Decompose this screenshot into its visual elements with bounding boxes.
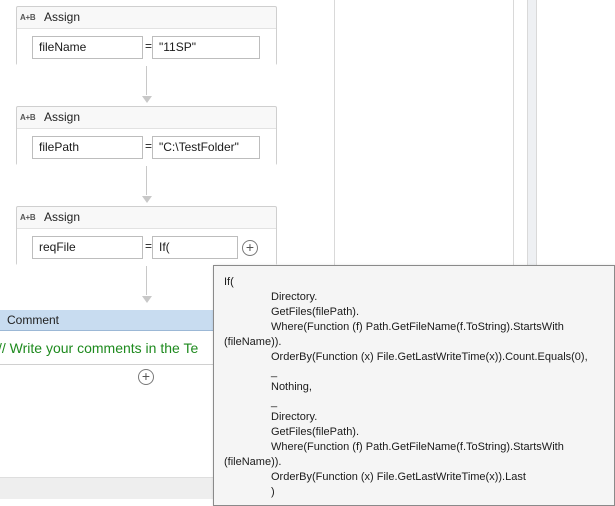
assign-to-field[interactable]: filePath	[32, 136, 143, 159]
assign-icon: A+B	[20, 112, 36, 122]
connector-line	[146, 266, 147, 295]
tooltip-line: Nothing,	[271, 381, 312, 393]
assign-header: A+B Assign	[17, 107, 276, 127]
connector-arrow	[142, 196, 152, 203]
assign-value-field[interactable]: "C:\TestFolder"	[152, 136, 260, 159]
assign-to-field[interactable]: reqFile	[32, 236, 143, 259]
connector-line	[146, 166, 147, 195]
bottom-bar	[0, 477, 215, 499]
connector-line	[146, 66, 147, 95]
tooltip-line: (fileName)).	[224, 456, 282, 468]
tooltip-line: OrderBy(Function (x) File.GetLastWriteTi…	[271, 351, 588, 363]
comment-activity[interactable]: Comment // Write your comments in the Te	[0, 310, 214, 365]
assign-value-field[interactable]: If(	[152, 236, 238, 259]
expand-plus-icon[interactable]: +	[242, 240, 258, 256]
assign-activity-filepath[interactable]: A+B Assign filePath = "C:\TestFolder"	[16, 106, 277, 165]
equals-sign: =	[145, 39, 153, 53]
assign-title: Assign	[44, 10, 81, 24]
tooltip-line: Directory.	[271, 411, 318, 423]
tooltip-line: _	[271, 366, 278, 378]
comment-text[interactable]: // Write your comments in the Te	[0, 331, 214, 356]
connector-arrow	[142, 96, 152, 103]
equals-sign: =	[145, 139, 153, 153]
assign-body: filePath = "C:\TestFolder"	[17, 128, 276, 165]
tooltip-line: If(	[224, 276, 234, 288]
comment-title: Comment	[0, 310, 214, 331]
tooltip-line: OrderBy(Function (x) File.GetLastWriteTi…	[271, 471, 526, 483]
assign-activity-filename[interactable]: A+B Assign fileName = "11SP"	[16, 6, 277, 65]
assign-body: reqFile = If( +	[17, 228, 276, 265]
assign-icon: A+B	[20, 212, 36, 222]
assign-activity-reqfile[interactable]: A+B Assign reqFile = If( +	[16, 206, 277, 265]
tooltip-line: GetFiles(filePath).	[271, 306, 360, 318]
connector-arrow	[142, 296, 152, 303]
tooltip-line: Directory.	[271, 291, 318, 303]
add-activity-plus-icon[interactable]: +	[138, 369, 154, 385]
assign-title: Assign	[44, 210, 81, 224]
equals-sign: =	[145, 239, 153, 253]
assign-header: A+B Assign	[17, 207, 276, 227]
assign-title: Assign	[44, 110, 81, 124]
assign-value-field[interactable]: "11SP"	[152, 36, 260, 59]
expression-tooltip: If( Directory. GetFiles(filePath). Where…	[213, 265, 615, 506]
tooltip-line: )	[271, 486, 275, 498]
assign-header: A+B Assign	[17, 7, 276, 27]
tooltip-line: (fileName)).	[224, 336, 282, 348]
assign-icon: A+B	[20, 12, 36, 22]
tooltip-line: GetFiles(filePath).	[271, 426, 360, 438]
tooltip-line: Where(Function (f) Path.GetFileName(f.To…	[271, 321, 564, 333]
assign-to-field[interactable]: fileName	[32, 36, 143, 59]
tooltip-line: Where(Function (f) Path.GetFileName(f.To…	[271, 441, 564, 453]
tooltip-line: _	[271, 396, 278, 408]
assign-body: fileName = "11SP"	[17, 28, 276, 65]
